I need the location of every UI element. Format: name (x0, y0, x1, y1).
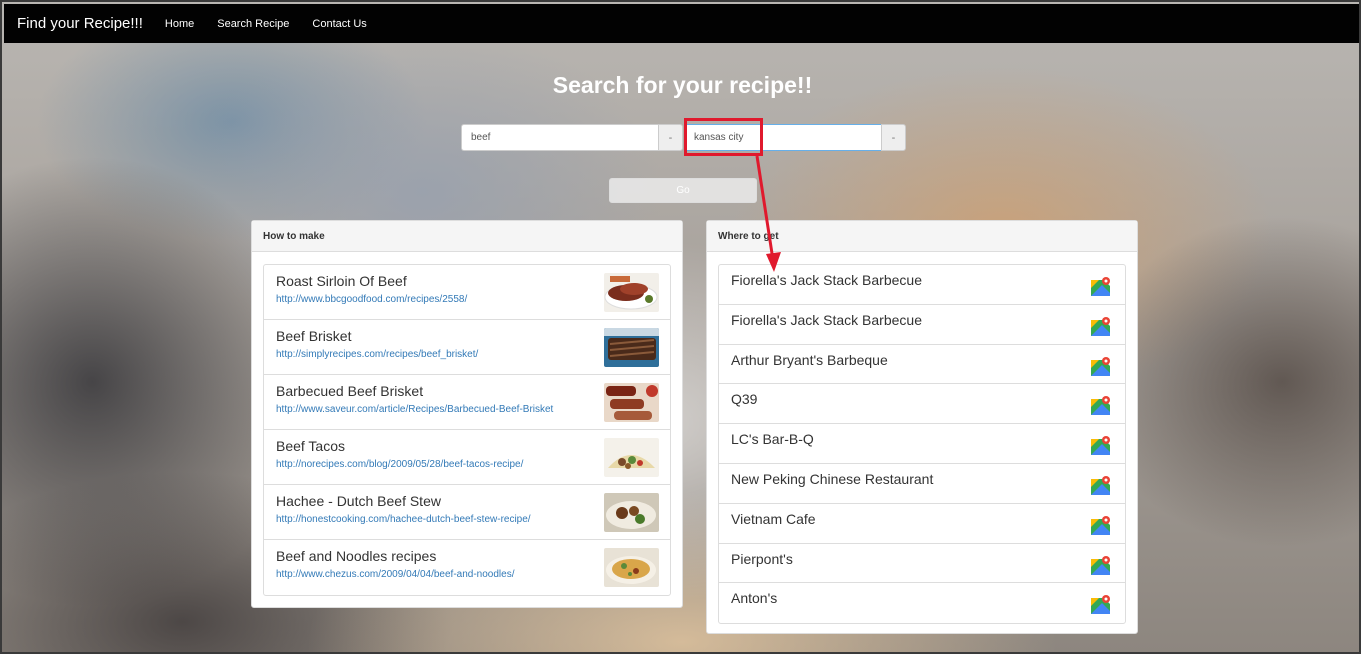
map-pin-icon[interactable] (1090, 555, 1111, 576)
recipe-thumbnail (604, 438, 659, 477)
go-button[interactable]: Go (609, 178, 757, 203)
list-item[interactable]: Q39 (719, 384, 1125, 425)
recipe-name: Roast Sirloin Of Beef (276, 273, 407, 289)
map-pin-icon[interactable] (1090, 435, 1111, 456)
place-name: LC's Bar-B-Q (731, 431, 814, 448)
map-pin-icon[interactable] (1090, 475, 1111, 496)
dish-search-group: - (461, 124, 683, 151)
places-list: Fiorella's Jack Stack Barbecue Fiorella'… (718, 264, 1126, 625)
recipes-panel: How to make Roast Sirloin Of Beef http:/… (251, 220, 683, 608)
place-name: Vietnam Cafe (731, 510, 816, 527)
recipe-name: Beef and Noodles recipes (276, 548, 437, 564)
list-item[interactable]: Anton's (719, 583, 1125, 623)
recipe-thumbnail (604, 328, 659, 367)
list-item[interactable]: Hachee - Dutch Beef Stew http://honestco… (264, 485, 670, 540)
recipes-list: Roast Sirloin Of Beef http://www.bbcgood… (263, 264, 671, 596)
place-name: Fiorella's Jack Stack Barbecue (731, 272, 922, 288)
list-item[interactable]: Roast Sirloin Of Beef http://www.bbcgood… (264, 265, 670, 320)
list-item[interactable]: Beef Brisket http://simplyrecipes.com/re… (264, 320, 670, 375)
recipe-name: Hachee - Dutch Beef Stew (276, 493, 441, 509)
map-pin-icon[interactable] (1090, 356, 1111, 377)
recipe-thumbnail (604, 273, 659, 312)
recipe-link[interactable]: http://norecipes.com/blog/2009/05/28/bee… (276, 459, 658, 470)
list-item[interactable]: Barbecued Beef Brisket http://www.saveur… (264, 375, 670, 430)
list-item[interactable]: Beef Tacos http://norecipes.com/blog/200… (264, 430, 670, 485)
dish-search-input[interactable] (461, 124, 658, 151)
nav-contact-us-link[interactable]: Contact Us (312, 18, 366, 30)
recipe-link[interactable]: http://honestcooking.com/hachee-dutch-be… (276, 514, 658, 525)
list-item[interactable]: Fiorella's Jack Stack Barbecue (719, 305, 1125, 345)
list-item[interactable]: LC's Bar-B-Q (719, 424, 1125, 464)
list-item[interactable]: New Peking Chinese Restaurant (719, 464, 1125, 504)
dish-search-addon[interactable]: - (658, 124, 683, 151)
map-pin-icon[interactable] (1090, 316, 1111, 337)
place-name: Arthur Bryant's Barbeque (731, 351, 888, 368)
recipe-name: Beef Tacos (276, 438, 346, 454)
city-search-addon[interactable]: - (881, 124, 906, 151)
place-name: Fiorella's Jack Stack Barbecue (731, 311, 922, 328)
recipe-link[interactable]: http://www.bbcgoodfood.com/recipes/2558/ (276, 294, 658, 305)
brand-title[interactable]: Find your Recipe!!! (17, 15, 143, 32)
recipe-thumbnail (604, 493, 659, 532)
map-pin-icon[interactable] (1090, 594, 1111, 615)
page-title: Search for your recipe!! (552, 72, 813, 98)
map-pin-icon[interactable] (1090, 515, 1111, 536)
recipe-name: Barbecued Beef Brisket (276, 383, 424, 399)
recipe-link[interactable]: http://www.chezus.com/2009/04/04/beef-an… (276, 569, 658, 580)
list-item[interactable]: Fiorella's Jack Stack Barbecue (719, 265, 1125, 305)
recipe-thumbnail (604, 548, 659, 587)
list-item[interactable]: Beef and Noodles recipes http://www.chez… (264, 540, 670, 595)
recipes-panel-heading: How to make (252, 221, 682, 252)
navbar: Find your Recipe!!! Home Search Recipe C… (4, 4, 1359, 43)
nav-home-link[interactable]: Home (165, 18, 194, 30)
place-name: New Peking Chinese Restaurant (731, 470, 934, 487)
list-item[interactable]: Vietnam Cafe (719, 504, 1125, 544)
places-panel: Where to get Fiorella's Jack Stack Barbe… (706, 220, 1138, 634)
list-item[interactable]: Pierpont's (719, 544, 1125, 584)
places-panel-heading: Where to get (707, 221, 1137, 252)
recipe-link[interactable]: http://simplyrecipes.com/recipes/beef_br… (276, 349, 658, 360)
annotation-highlight-box (684, 118, 763, 156)
place-name: Q39 (731, 391, 758, 408)
recipe-name: Beef Brisket (276, 328, 352, 344)
place-name: Pierpont's (731, 550, 793, 567)
map-pin-icon[interactable] (1090, 276, 1111, 297)
recipe-link[interactable]: http://www.saveur.com/article/Recipes/Ba… (276, 404, 658, 415)
page-background: Find your Recipe!!! Home Search Recipe C… (0, 0, 1361, 654)
map-pin-icon[interactable] (1090, 395, 1111, 416)
nav-search-recipe-link[interactable]: Search Recipe (217, 18, 289, 30)
place-name: Anton's (731, 590, 778, 607)
list-item[interactable]: Arthur Bryant's Barbeque (719, 345, 1125, 385)
recipe-thumbnail (604, 383, 659, 422)
